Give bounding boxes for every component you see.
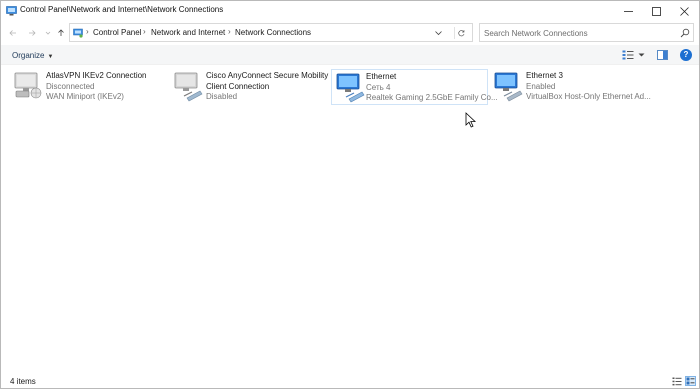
help-button[interactable]: ? <box>680 49 692 61</box>
help-icon: ? <box>683 50 689 59</box>
vpn-connection-icon <box>14 72 42 99</box>
minimize-button[interactable] <box>614 1 642 21</box>
address-bar[interactable]: › Control Panel › Network and Internet ›… <box>69 23 473 42</box>
connection-text: Cisco AnyConnect Secure Mobility Client … <box>206 71 328 103</box>
connection-network: Сеть 4 <box>366 82 391 92</box>
network-folder-icon <box>6 6 17 16</box>
connection-status: Disconnected <box>46 81 95 91</box>
organize-caret-icon: ▼ <box>47 54 54 60</box>
arrow-right-icon <box>29 30 36 36</box>
connection-device: VirtualBox Host-Only Ethernet Ad... <box>526 92 651 101</box>
breadcrumb-separator: › <box>228 27 231 36</box>
ethernet-adapter-icon <box>494 72 523 102</box>
maximize-button[interactable] <box>642 1 670 21</box>
address-history-chevron-icon[interactable] <box>434 29 443 37</box>
connection-item-ethernet[interactable]: Ethernet Сеть 4 Realtek Gaming 2.5GbE Fa… <box>331 69 498 105</box>
forward-button[interactable] <box>26 26 38 40</box>
ethernet-adapter-icon <box>336 73 365 103</box>
network-connections-window: Control Panel\Network and Internet\Netwo… <box>0 0 700 389</box>
breadcrumb-control-panel[interactable]: Control Panel <box>93 28 141 37</box>
command-bar: Organize ▼ ? <box>1 45 699 65</box>
search-icon[interactable] <box>680 28 690 38</box>
recent-locations-button[interactable] <box>42 26 54 40</box>
tiles-view-icon <box>686 377 695 385</box>
tiles-view-button[interactable] <box>685 376 696 386</box>
details-view-icon[interactable] <box>672 377 682 386</box>
connection-name: AtlasVPN IKEv2 Connection <box>46 71 147 80</box>
connection-device: Realtek Gaming 2.5GbE Family Co... <box>366 93 498 102</box>
organize-label: Organize <box>12 51 45 60</box>
connection-name: Cisco AnyConnect Secure Mobility <box>206 71 329 80</box>
status-bar: 4 items <box>1 373 699 389</box>
minimize-icon <box>623 10 633 12</box>
item-count: 4 items <box>10 377 36 386</box>
connection-device: WAN Miniport (IKEv2) <box>46 92 124 101</box>
back-button[interactable] <box>7 26 19 40</box>
close-icon <box>679 6 689 16</box>
connection-status: Enabled <box>526 81 556 91</box>
preview-pane-icon[interactable] <box>657 50 668 60</box>
title-bar: Control Panel\Network and Internet\Netwo… <box>1 1 699 21</box>
breadcrumb-network-and-internet[interactable]: Network and Internet <box>151 28 225 37</box>
change-view-icon[interactable] <box>622 50 634 60</box>
breadcrumb-separator: › <box>143 27 146 36</box>
connection-item-cisco-anyconnect[interactable]: Cisco AnyConnect Secure Mobility Client … <box>172 69 330 105</box>
window-title: Control Panel\Network and Internet\Netwo… <box>20 5 224 14</box>
connection-status: Disabled <box>206 92 238 101</box>
connection-name: Ethernet 3 <box>526 71 563 80</box>
connection-text: Ethernet 3 Enabled VirtualBox Host-Only … <box>526 71 651 103</box>
organize-button[interactable]: Organize ▼ <box>12 51 53 60</box>
network-adapter-disabled-icon <box>174 72 203 102</box>
connection-name-continued: Client Connection <box>206 81 270 91</box>
connection-item-atlasvpn[interactable]: AtlasVPN IKEv2 Connection Disconnected W… <box>12 69 162 105</box>
search-input[interactable] <box>484 27 674 39</box>
close-button[interactable] <box>670 1 698 21</box>
connection-text: AtlasVPN IKEv2 Connection Disconnected W… <box>46 71 147 103</box>
refresh-icon[interactable] <box>454 27 466 39</box>
chevron-down-icon <box>45 31 51 35</box>
maximize-icon <box>651 6 661 16</box>
view-options-chevron-icon[interactable] <box>638 52 645 58</box>
arrow-up-icon <box>58 29 64 36</box>
arrow-left-icon <box>9 30 16 36</box>
up-button[interactable] <box>55 26 67 40</box>
connection-text: Ethernet Сеть 4 Realtek Gaming 2.5GbE Fa… <box>366 72 498 104</box>
control-panel-icon <box>73 28 83 38</box>
breadcrumb-network-connections[interactable]: Network Connections <box>235 28 311 37</box>
mouse-cursor-icon <box>465 112 477 128</box>
connection-item-ethernet-3[interactable]: Ethernet 3 Enabled VirtualBox Host-Only … <box>492 69 652 105</box>
search-box[interactable] <box>479 23 694 42</box>
breadcrumb-separator: › <box>86 27 89 36</box>
connection-name: Ethernet <box>366 72 397 81</box>
